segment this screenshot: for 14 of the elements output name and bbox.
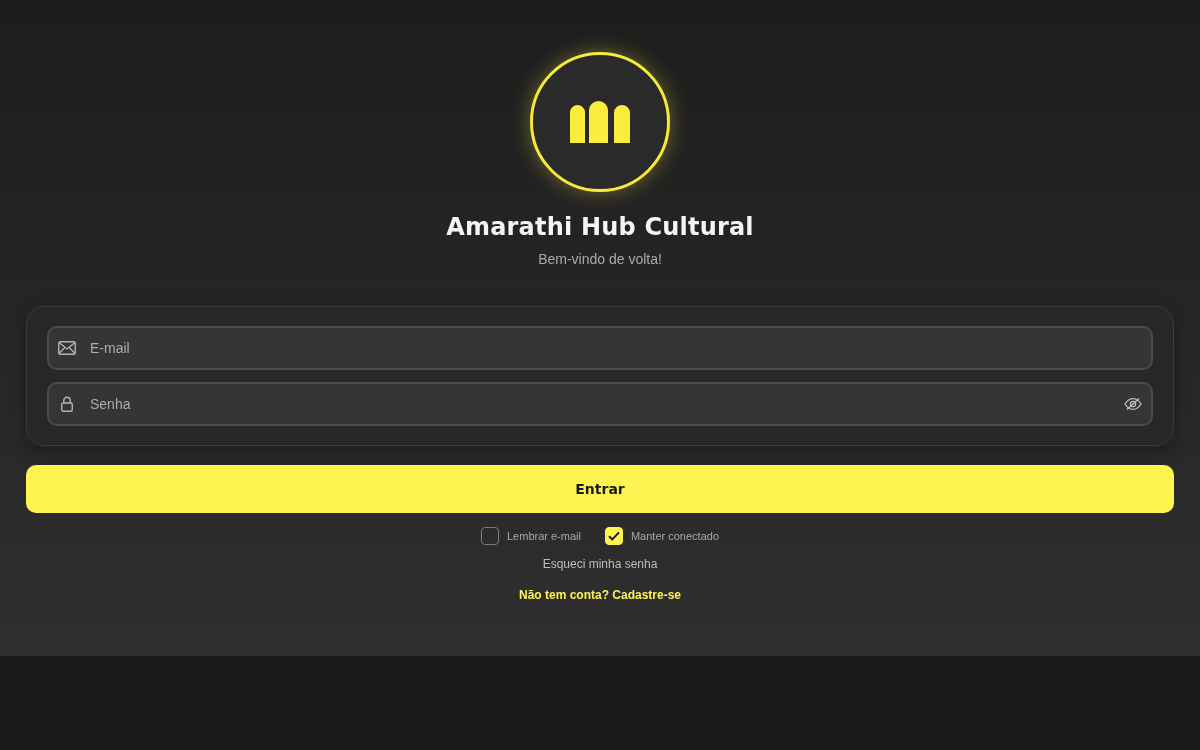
login-button[interactable]: Entrar xyxy=(26,465,1174,513)
eye-slash-icon[interactable] xyxy=(1124,397,1142,411)
arches-logo-icon xyxy=(530,52,670,192)
checkbox-label: Lembrar e-mail xyxy=(507,529,581,543)
checkbox-label: Manter conectado xyxy=(630,529,719,543)
forgot-password-link[interactable]: Esqueci minha senha xyxy=(542,556,658,572)
lock-icon xyxy=(61,396,73,412)
signup-link[interactable]: Não tem conta? Cadastre-se xyxy=(518,587,681,603)
checkbox[interactable] xyxy=(481,527,499,545)
password-field[interactable]: Senha xyxy=(47,382,1153,426)
welcome-subtitle: Bem-vindo de volta! xyxy=(538,250,662,268)
app-title: Amarathi Hub Cultural xyxy=(446,212,754,242)
envelope-icon xyxy=(58,341,76,355)
email-field[interactable]: E-mail xyxy=(47,326,1153,370)
